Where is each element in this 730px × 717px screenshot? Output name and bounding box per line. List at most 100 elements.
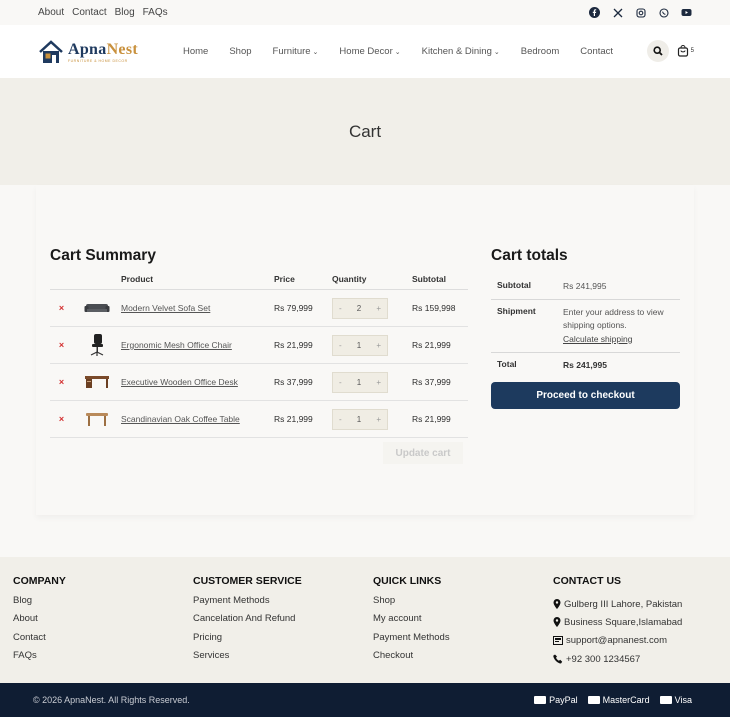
footer-link-blog[interactable]: Blog <box>13 595 66 613</box>
cart-summary-title: Cart Summary <box>50 247 156 264</box>
main-header: ApnaNest FURNITURE & HOME DECOR Home Sho… <box>0 25 730 78</box>
nav-contact[interactable]: Contact <box>580 46 613 57</box>
item-price: Rs 21,999 <box>274 340 313 350</box>
totals-row-shipment: Shipment Enter your address to view ship… <box>491 300 680 353</box>
quantity-stepper[interactable]: - 1 + <box>332 334 388 356</box>
calculate-shipping-link[interactable]: Calculate shipping <box>563 333 674 346</box>
footer-address-2: Business Square,Islamabad <box>553 613 682 631</box>
footer-heading: QUICK LINKS <box>373 575 442 587</box>
remove-item-button[interactable]: × <box>50 377 73 387</box>
subtotal-value: Rs 241,995 <box>563 281 607 291</box>
nav-kitchen-dining[interactable]: Kitchen & Dining ⌄ <box>422 46 500 57</box>
footer-link-about[interactable]: About <box>13 613 66 631</box>
nav-home-decor[interactable]: Home Decor ⌄ <box>339 46 400 57</box>
quantity-value[interactable]: 1 <box>357 341 361 350</box>
footer-email[interactable]: support@apnanest.com <box>553 632 682 650</box>
footer-link-shop[interactable]: Shop <box>373 595 450 613</box>
x-icon[interactable] <box>612 7 623 18</box>
mail-icon <box>553 636 563 646</box>
coffee-table-icon[interactable] <box>73 411 121 427</box>
footer-link-services[interactable]: Services <box>193 650 302 668</box>
desk-icon[interactable] <box>73 374 121 390</box>
header-quantity: Quantity <box>332 273 367 284</box>
instagram-icon[interactable] <box>635 7 646 18</box>
site-footer: COMPANY Blog About Contact FAQs CUSTOMER… <box>0 557 730 683</box>
site-logo[interactable]: ApnaNest FURNITURE & HOME DECOR <box>38 39 183 64</box>
copyright-text: © 2026 ApnaNest. All Rights Reserved. <box>33 695 190 705</box>
header-price: Price <box>274 273 295 284</box>
brand-name: ApnaNest <box>68 40 138 58</box>
remove-item-button[interactable]: × <box>50 340 73 350</box>
top-link-faqs[interactable]: FAQs <box>143 7 168 18</box>
total-label: Total <box>497 358 517 369</box>
nav-home[interactable]: Home <box>183 46 208 57</box>
decrease-button[interactable]: - <box>339 304 342 313</box>
top-link-blog[interactable]: Blog <box>115 7 135 18</box>
paypal-badge: PayPal <box>534 695 578 705</box>
footer-phone[interactable]: +92 300 1234567 <box>553 650 682 668</box>
subtotal-label: Subtotal <box>497 280 531 290</box>
footer-link-contact[interactable]: Contact <box>13 632 66 650</box>
footer-heading: CONTACT US <box>553 575 622 587</box>
footer-link-faqs[interactable]: FAQs <box>13 650 66 668</box>
search-button[interactable] <box>646 40 669 62</box>
product-link[interactable]: Modern Velvet Sofa Set <box>121 303 210 313</box>
decrease-button[interactable]: - <box>339 378 342 387</box>
footer-link-payment-methods[interactable]: Payment Methods <box>373 632 450 650</box>
quantity-stepper[interactable]: - 1 + <box>332 408 388 430</box>
footer-heading: COMPANY <box>13 575 66 587</box>
footer-link-payment-methods[interactable]: Payment Methods <box>193 595 302 613</box>
footer-link-checkout[interactable]: Checkout <box>373 650 450 668</box>
footer-address-1: Gulberg III Lahore, Pakistan <box>553 595 682 613</box>
youtube-icon[interactable] <box>681 7 692 18</box>
sofa-icon[interactable] <box>73 301 121 315</box>
product-link[interactable]: Executive Wooden Office Desk <box>121 377 238 387</box>
header-subtotal: Subtotal <box>412 273 446 284</box>
mastercard-badge: MasterCard <box>587 695 650 705</box>
cart-button[interactable]: 5 <box>677 45 694 57</box>
increase-button[interactable]: + <box>376 415 381 424</box>
chevron-down-icon: ⌄ <box>493 49 500 56</box>
decrease-button[interactable]: - <box>339 341 342 350</box>
footer-contact: CONTACT US Gulberg III Lahore, Pakistan … <box>553 575 682 668</box>
quantity-stepper[interactable]: - 1 + <box>332 371 388 393</box>
table-row: × Executive Wooden Office Desk Rs 37,999… <box>50 364 468 401</box>
quantity-value[interactable]: 1 <box>357 415 361 424</box>
cart-count-badge: 5 <box>690 48 694 54</box>
facebook-icon[interactable] <box>589 7 600 18</box>
footer-link-pricing[interactable]: Pricing <box>193 632 302 650</box>
top-link-contact[interactable]: Contact <box>72 7 106 18</box>
item-price: Rs 37,999 <box>274 377 313 387</box>
update-cart-button[interactable]: Update cart <box>383 442 463 464</box>
visa-badge: Visa <box>659 695 692 705</box>
proceed-to-checkout-button[interactable]: Proceed to checkout <box>491 382 680 409</box>
remove-item-button[interactable]: × <box>50 303 73 313</box>
item-subtotal: Rs 21,999 <box>412 414 451 424</box>
cart-table-header: Product Price Quantity Subtotal <box>50 268 468 290</box>
product-link[interactable]: Ergonomic Mesh Office Chair <box>121 340 232 350</box>
phone-icon <box>553 654 563 664</box>
increase-button[interactable]: + <box>376 304 381 313</box>
cart-table: Product Price Quantity Subtotal × Modern… <box>50 268 468 438</box>
whatsapp-icon[interactable] <box>658 7 669 18</box>
office-chair-icon[interactable] <box>73 333 121 357</box>
top-bar: About Contact Blog FAQs <box>0 0 730 25</box>
logo-text: ApnaNest FURNITURE & HOME DECOR <box>68 41 138 63</box>
top-link-about[interactable]: About <box>38 7 64 18</box>
brand-tagline: FURNITURE & HOME DECOR <box>68 58 128 63</box>
nav-shop[interactable]: Shop <box>229 46 251 57</box>
quantity-value[interactable]: 2 <box>357 304 361 313</box>
decrease-button[interactable]: - <box>339 415 342 424</box>
nav-bedroom[interactable]: Bedroom <box>521 46 560 57</box>
increase-button[interactable]: + <box>376 341 381 350</box>
house-logo-icon <box>39 39 63 63</box>
quantity-stepper[interactable]: - 2 + <box>332 297 388 319</box>
quantity-value[interactable]: 1 <box>357 378 361 387</box>
increase-button[interactable]: + <box>376 378 381 387</box>
product-link[interactable]: Scandinavian Oak Coffee Table <box>121 414 240 424</box>
remove-item-button[interactable]: × <box>50 414 73 424</box>
footer-link-cancelation[interactable]: Cancelation And Refund <box>193 613 302 631</box>
footer-link-my-account[interactable]: My account <box>373 613 450 631</box>
nav-furniture[interactable]: Furniture ⌄ <box>273 46 319 57</box>
totals-row-total: Total Rs 241,995 <box>491 353 680 378</box>
